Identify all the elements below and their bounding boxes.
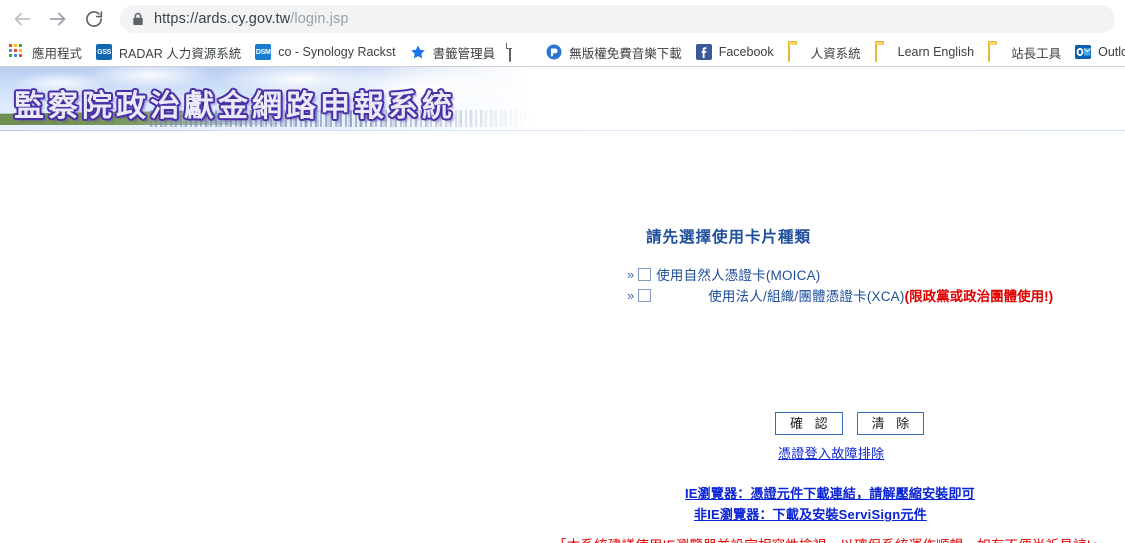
card-option-restriction-note: (限政黨或政治團體使用!) (904, 289, 1054, 304)
browser-chrome: https://ards.cy.gov.tw/login.jsp 應用程式 GS… (0, 0, 1125, 67)
bookmark-radar[interactable]: GSS RADAR 人力資源系統 (89, 40, 248, 64)
confirm-button[interactable]: 確 認 (775, 412, 843, 435)
bookmark-folder-hr[interactable]: 人資系統 (781, 40, 868, 64)
url-origin: https://ards.cy.gov.tw (154, 11, 291, 27)
page-title: 請先選擇使用卡片種類 (646, 229, 812, 246)
chevron-right-icon: » (627, 287, 635, 303)
card-option-xca-text: 使用法人/組織/團體憑證卡(XCA)(限政黨或政治團體使用!) (708, 285, 1053, 305)
bookmark-label: 人資系統 (810, 46, 861, 61)
folder-icon (787, 43, 804, 62)
apps-grid-icon (9, 44, 25, 60)
star-icon (410, 44, 426, 60)
site-banner: 監察院政治獻金網路申報系統 (0, 67, 1125, 131)
url-text: https://ards.cy.gov.tw/login.jsp (154, 11, 348, 27)
chevron-right-icon: » (627, 266, 635, 282)
reload-icon (84, 9, 104, 29)
bookmarks-bar: 應用程式 GSS RADAR 人力資源系統 DSM co - Synology … (0, 38, 1125, 66)
bookmark-free-music[interactable]: 無版權免費音樂下載 (539, 40, 689, 64)
bookmark-facebook[interactable]: Facebook (689, 40, 781, 64)
bookmark-label: Outloo (1098, 45, 1125, 59)
outlook-icon (1075, 44, 1092, 60)
non-ie-servisign-download-link[interactable]: 非IE瀏覽器：下載及安裝ServiSign元件 (694, 504, 927, 523)
bookmark-label: co - Synology Rackst (278, 45, 396, 59)
ie-component-download-link[interactable]: IE瀏覽器：憑證元件下載連結，請解壓縮安裝即可 (685, 483, 975, 502)
gss-square-icon: GSS (96, 44, 113, 60)
card-option-label: 使用法人/組織/團體憑證卡(XCA) (708, 289, 905, 304)
bookmark-synology[interactable]: DSM co - Synology Rackst (248, 40, 402, 64)
document-icon (509, 43, 525, 62)
bookmark-label: Facebook (718, 45, 774, 59)
certificate-troubleshooting-link[interactable]: 憑證登入故障排除 (778, 443, 884, 462)
url-path: /login.jsp (290, 11, 349, 27)
browser-compatibility-warning: 「本系統建議使用IE瀏覽器並設定相容性檢視，以確保系統運作順暢，如有不便尚祈見諒… (553, 534, 1104, 543)
bookmark-folder-learn-english[interactable]: Learn English (868, 40, 981, 64)
address-bar[interactable]: https://ards.cy.gov.tw/login.jsp (120, 5, 1115, 33)
bookmark-label: 站長工具 (1011, 46, 1062, 61)
bookmark-document[interactable] (502, 40, 539, 64)
browser-toolbar: https://ards.cy.gov.tw/login.jsp (0, 0, 1125, 38)
checkbox-xca[interactable] (638, 288, 652, 302)
back-arrow-icon (11, 8, 33, 30)
card-option-label: 使用自然人憑證卡(MOICA) (656, 268, 821, 283)
bookmark-label: 應用程式 (32, 46, 83, 61)
login-form: 請先選擇使用卡片種類 » 使用自然人憑證卡(MOICA) » 使用法人/組織/團… (0, 133, 1125, 543)
card-option-moica[interactable]: » 使用自然人憑證卡(MOICA) (627, 264, 820, 284)
page-content: 監察院政治獻金網路申報系統 請先選擇使用卡片種類 » 使用自然人憑證卡(MOIC… (0, 67, 1125, 543)
clear-button[interactable]: 清 除 (856, 412, 925, 435)
forward-button[interactable] (43, 4, 73, 34)
card-option-xca[interactable]: » 使用法人/組織/團體憑證卡(XCA)(限政黨或政治團體使用!) (627, 285, 1053, 305)
checkbox-moica[interactable] (638, 267, 652, 281)
form-button-row: 確 認 清 除 (775, 412, 925, 435)
folder-icon (874, 43, 891, 62)
bookmark-manager[interactable]: 書籤管理員 (403, 40, 503, 64)
bookmark-label: 無版權免費音樂下載 (569, 46, 682, 61)
bookmark-folder-webmaster-tools[interactable]: 站長工具 (981, 40, 1068, 64)
forward-arrow-icon (47, 8, 69, 30)
dsm-square-glyph: DSM (255, 44, 272, 60)
bookmark-outlook[interactable]: Outloo (1068, 40, 1125, 64)
reload-button[interactable] (79, 4, 109, 34)
bookmark-label: Learn English (897, 45, 975, 59)
bookmark-label: 書籤管理員 (432, 46, 496, 61)
facebook-icon (695, 44, 712, 60)
bookmark-apps[interactable]: 應用程式 (2, 40, 89, 64)
card-option-moica-text: 使用自然人憑證卡(MOICA) (656, 264, 820, 284)
gss-square-glyph: GSS (96, 44, 113, 60)
banner-bottom-rule (0, 130, 1125, 131)
back-button[interactable] (7, 4, 37, 34)
banner-title: 監察院政治獻金網路申報系統 (14, 89, 456, 124)
dsm-square-icon: DSM (255, 44, 272, 60)
bookmark-label: RADAR 人力資源系統 (119, 46, 242, 61)
feedly-circle-icon (546, 44, 562, 60)
lock-icon[interactable] (132, 12, 144, 26)
folder-icon (988, 43, 1004, 62)
